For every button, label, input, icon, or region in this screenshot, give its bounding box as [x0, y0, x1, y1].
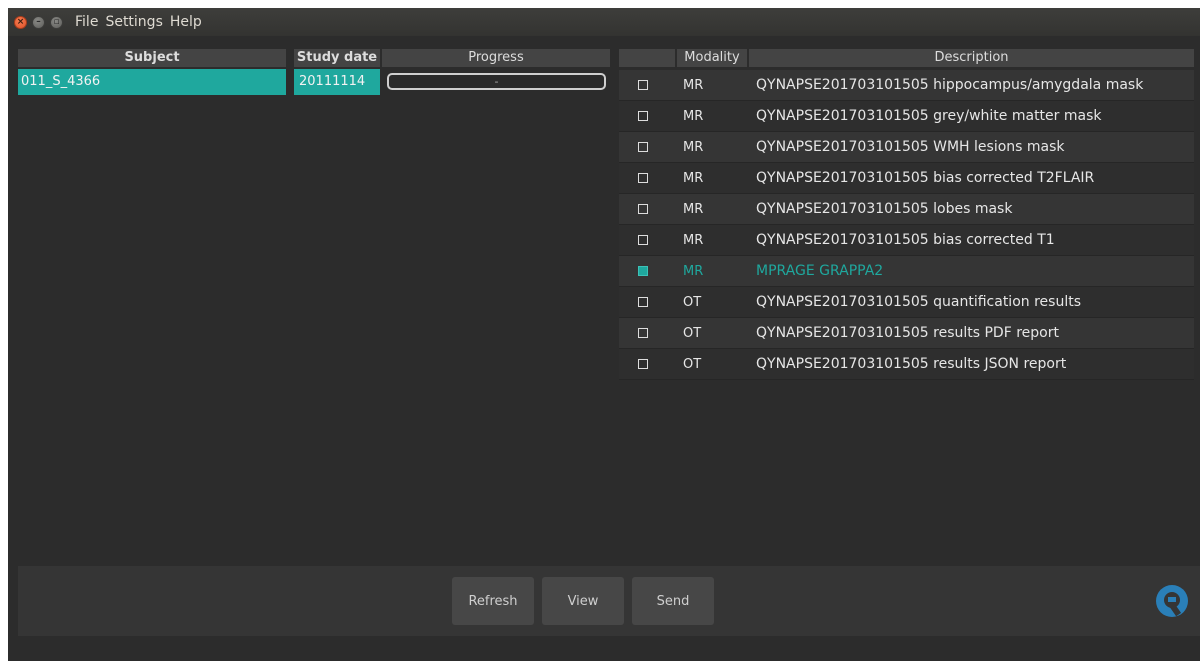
menu-bar: File Settings Help — [75, 14, 209, 30]
description-cell: QYNAPSE201703101505 hippocampus/amygdala… — [756, 77, 1144, 93]
description-cell: QYNAPSE201703101505 results PDF report — [756, 325, 1059, 341]
row-checkbox[interactable] — [638, 173, 648, 183]
table-row[interactable]: MR QYNAPSE201703101505 hippocampus/amygda… — [619, 70, 1194, 101]
description-cell: QYNAPSE201703101505 lobes mask — [756, 201, 1013, 217]
row-checkbox[interactable] — [638, 266, 648, 276]
qynapse-logo-icon — [1156, 585, 1188, 617]
modality-cell: MR — [683, 109, 704, 124]
minimize-window-button[interactable]: – — [32, 15, 45, 29]
modality-cell: MR — [683, 233, 704, 248]
row-checkbox[interactable] — [638, 235, 648, 245]
modality-cell: MR — [683, 140, 704, 155]
study-date-cell[interactable]: 20111114 — [294, 69, 380, 95]
send-button[interactable]: Send — [632, 577, 714, 625]
modality-cell: MR — [683, 171, 704, 186]
table-row[interactable]: OT QYNAPSE201703101505 quantification res… — [619, 287, 1194, 318]
modality-cell: MR — [683, 78, 704, 93]
description-cell: QYNAPSE201703101505 WMH lesions mask — [756, 139, 1065, 155]
row-checkbox[interactable] — [638, 204, 648, 214]
modality-cell: OT — [683, 357, 702, 372]
refresh-button[interactable]: Refresh — [452, 577, 534, 625]
modality-cell: MR — [683, 264, 704, 279]
bottom-toolbar: Refresh View Send — [18, 566, 1200, 636]
close-icon: × — [16, 16, 25, 27]
menu-help[interactable]: Help — [170, 14, 202, 30]
description-cell: QYNAPSE201703101505 grey/white matter ma… — [756, 108, 1102, 124]
column-header-study-date[interactable]: Study date — [294, 49, 380, 67]
column-header-check[interactable] — [619, 49, 675, 67]
description-cell: QYNAPSE201703101505 bias corrected T2FLA… — [756, 170, 1095, 186]
app-window: × – ▫ File Settings Help Subject Study d… — [8, 8, 1200, 661]
row-checkbox[interactable] — [638, 80, 648, 90]
close-window-button[interactable]: × — [14, 15, 27, 29]
maximize-window-button[interactable]: ▫ — [50, 15, 63, 29]
column-header-modality[interactable]: Modality — [677, 49, 747, 67]
row-checkbox[interactable] — [638, 359, 648, 369]
maximize-icon: ▫ — [53, 16, 60, 27]
description-cell: QYNAPSE201703101505 bias corrected T1 — [756, 232, 1055, 248]
description-cell: QYNAPSE201703101505 results JSON report — [756, 356, 1067, 372]
description-cell: QYNAPSE201703101505 quantification resul… — [756, 294, 1081, 310]
subject-cell[interactable]: 011_S_4366 — [18, 69, 286, 95]
progress-bar: - — [387, 73, 606, 90]
table-row[interactable]: MR QYNAPSE201703101505 bias corrected T2F… — [619, 163, 1194, 194]
minimize-icon: – — [36, 16, 41, 27]
table-row[interactable]: OT QYNAPSE201703101505 results JSON repor… — [619, 349, 1194, 380]
column-header-description[interactable]: Description — [749, 49, 1194, 67]
modality-cell: OT — [683, 295, 702, 310]
table-row[interactable]: OT QYNAPSE201703101505 results PDF report — [619, 318, 1194, 349]
description-cell: MPRAGE GRAPPA2 — [756, 263, 884, 279]
row-checkbox[interactable] — [638, 142, 648, 152]
table-row[interactable]: MR QYNAPSE201703101505 lobes mask — [619, 194, 1194, 225]
table-row[interactable]: MR QYNAPSE201703101505 grey/white matter … — [619, 101, 1194, 132]
table-row[interactable]: MR QYNAPSE201703101505 bias corrected T1 — [619, 225, 1194, 256]
column-header-subject[interactable]: Subject — [18, 49, 286, 67]
title-bar: × – ▫ File Settings Help — [8, 8, 1200, 36]
view-button[interactable]: View — [542, 577, 624, 625]
menu-file[interactable]: File — [75, 14, 98, 30]
column-header-progress[interactable]: Progress — [382, 49, 610, 67]
row-checkbox[interactable] — [638, 328, 648, 338]
modality-cell: MR — [683, 202, 704, 217]
row-checkbox[interactable] — [638, 297, 648, 307]
table-row[interactable]: MR MPRAGE GRAPPA2 — [619, 256, 1194, 287]
row-checkbox[interactable] — [638, 111, 648, 121]
menu-settings[interactable]: Settings — [105, 14, 162, 30]
modality-cell: OT — [683, 326, 702, 341]
table-row[interactable]: MR QYNAPSE201703101505 WMH lesions mask — [619, 132, 1194, 163]
